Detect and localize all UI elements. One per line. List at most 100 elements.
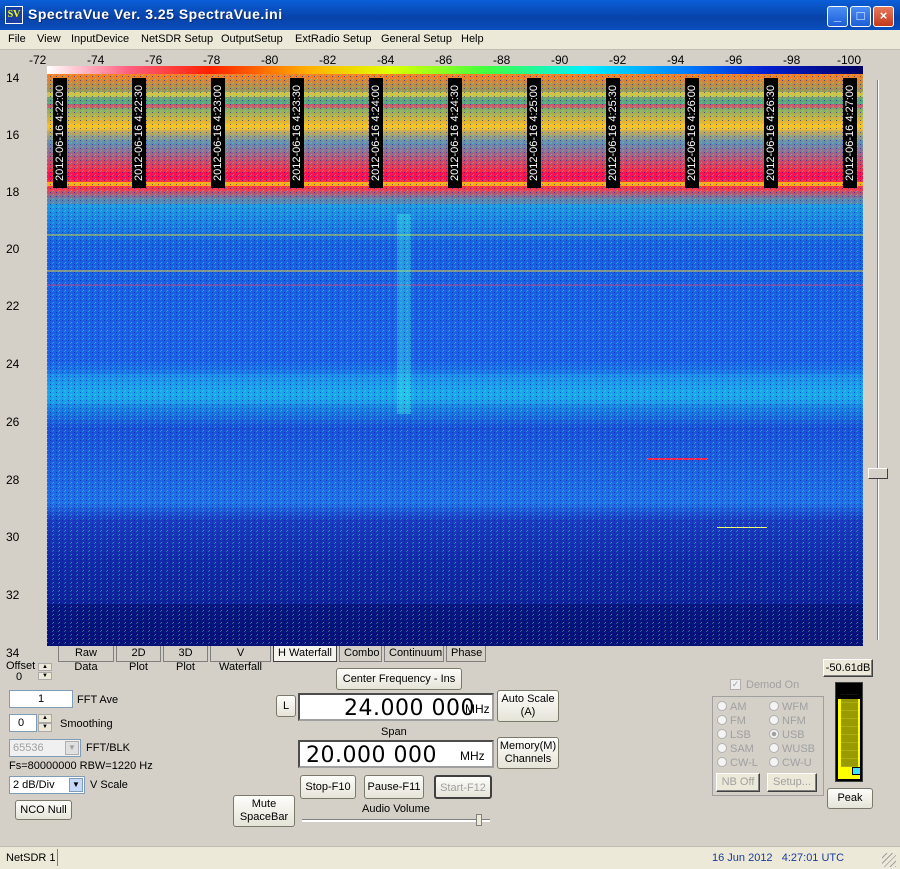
chevron-down-icon[interactable]: ▼ <box>69 778 83 792</box>
smoothing-up-button[interactable]: ▲ <box>38 714 52 723</box>
menu-extradio-setup[interactable]: ExtRadio Setup <box>295 33 371 45</box>
menu-outputsetup[interactable]: OutputSetup <box>221 33 283 45</box>
amplitude-axis: -72 -74 -76 -78 -80 -82 -84 -86 -88 -90 … <box>0 50 900 67</box>
peak-button[interactable]: Peak <box>827 788 873 809</box>
y-tick: 18 <box>6 185 20 199</box>
menu-file[interactable]: File <box>8 33 26 45</box>
audio-volume-thumb[interactable] <box>476 814 482 826</box>
offset-up-button[interactable]: ▲ <box>38 663 52 671</box>
smoothing-input[interactable]: 0 <box>9 714 37 732</box>
chevron-down-icon[interactable]: ▼ <box>65 741 79 755</box>
mode-am[interactable]: AM <box>717 701 747 713</box>
maximize-button[interactable]: □ <box>850 6 871 27</box>
span-display[interactable]: 20.000 000 MHz <box>298 740 494 768</box>
tab-2d-plot[interactable]: 2D Plot <box>116 646 161 673</box>
pause-button[interactable]: Pause-F11 <box>364 775 424 799</box>
span-unit: MHz <box>460 749 485 763</box>
fft-ave-input[interactable]: 1 <box>9 690 73 708</box>
auto-scale-button[interactable]: Auto Scale (A) <box>497 690 559 722</box>
waterfall-display[interactable]: 2012-06-16 4:22:00 2012-06-16 4:22:30 20… <box>47 74 863 646</box>
menu-netsdr-setup[interactable]: NetSDR Setup <box>141 33 213 45</box>
demod-mode-group: AM FM LSB SAM CW-L WFM NFM USB WUSB CW-U… <box>712 696 824 796</box>
mode-nfm[interactable]: NFM <box>769 715 806 727</box>
demod-on-checkbox[interactable]: ✓ <box>730 679 741 690</box>
time-marker: 2012-06-16 4:24:30 <box>448 78 462 188</box>
offset-value: 0 <box>16 671 23 683</box>
close-button[interactable]: × <box>873 6 894 27</box>
center-frequency-button[interactable]: Center Frequency - Ins <box>336 668 462 690</box>
mode-cw-l[interactable]: CW-L <box>717 757 758 769</box>
mode-cw-u[interactable]: CW-U <box>769 757 812 769</box>
y-tick: 22 <box>6 299 20 313</box>
x-tick: -98 <box>783 53 801 67</box>
offset-down-button[interactable]: ▼ <box>38 672 52 680</box>
y-tick: 14 <box>6 71 20 85</box>
mode-wusb[interactable]: WUSB <box>769 743 815 755</box>
tab-raw-data[interactable]: Raw Data <box>58 646 114 673</box>
reference-level-slider-thumb[interactable] <box>868 468 888 479</box>
tab-phase[interactable]: Phase <box>446 646 486 662</box>
nco-null-button[interactable]: NCO Null <box>15 800 72 820</box>
menu-view[interactable]: View <box>37 33 61 45</box>
mode-lsb[interactable]: LSB <box>717 729 751 741</box>
window-title: SpectraVue Ver. 3.25 SpectraVue.ini <box>28 6 283 22</box>
menu-general-setup[interactable]: General Setup <box>381 33 452 45</box>
time-marker: 2012-06-16 4:23:00 <box>211 78 225 188</box>
y-tick: 30 <box>6 530 20 544</box>
x-tick: -74 <box>87 53 105 67</box>
stop-button[interactable]: Stop-F10 <box>300 775 356 799</box>
tab-h-waterfall[interactable]: H Waterfall <box>273 646 337 662</box>
y-tick: 20 <box>6 242 20 256</box>
span-value: 20.000 000 <box>306 743 437 768</box>
memory-channels-button[interactable]: Memory(M) Channels <box>497 737 559 769</box>
status-bar: NetSDR 1 16 Jun 2012 4:27:01 UTC <box>0 846 900 869</box>
demod-setup-button[interactable]: Setup... <box>767 773 817 792</box>
smoothing-down-button[interactable]: ▼ <box>38 723 52 732</box>
x-tick: -84 <box>377 53 395 67</box>
y-tick: 24 <box>6 357 20 371</box>
y-tick: 34 <box>6 646 20 660</box>
y-tick: 32 <box>6 588 20 602</box>
nb-off-button[interactable]: NB Off <box>716 773 760 792</box>
x-tick: -90 <box>551 53 569 67</box>
span-label: Span <box>381 726 407 738</box>
time-marker: 2012-06-16 4:25:00 <box>527 78 541 188</box>
center-frequency-display[interactable]: 24.000 000 MHz <box>298 693 494 721</box>
status-datetime: 16 Jun 2012 4:27:01 UTC <box>712 852 845 864</box>
menu-help[interactable]: Help <box>461 33 484 45</box>
x-tick: -86 <box>435 53 453 67</box>
mute-button[interactable]: Mute SpaceBar <box>233 795 295 827</box>
x-tick: -80 <box>261 53 279 67</box>
resize-grip-icon[interactable] <box>882 853 896 867</box>
start-button[interactable]: Start-F12 <box>434 775 492 799</box>
app-icon: SV <box>5 6 23 24</box>
lock-button[interactable]: L <box>276 695 296 717</box>
time-marker: 2012-06-16 4:23:30 <box>290 78 304 188</box>
tab-v-waterfall[interactable]: V Waterfall <box>210 646 271 673</box>
tab-3d-plot[interactable]: 3D Plot <box>163 646 208 673</box>
time-marker: 2012-06-16 4:27:00 <box>843 78 857 188</box>
audio-volume-slider[interactable] <box>302 819 490 822</box>
x-tick: -88 <box>493 53 511 67</box>
mode-sam[interactable]: SAM <box>717 743 754 755</box>
x-tick: -72 <box>29 53 47 67</box>
reference-level-slider-track[interactable] <box>877 80 879 640</box>
minimize-button[interactable]: _ <box>827 6 848 27</box>
time-marker: 2012-06-16 4:24:00 <box>369 78 383 188</box>
time-marker: 2012-06-16 4:22:30 <box>132 78 146 188</box>
fs-rbw-readout: Fs=80000000 RBW=1220 Hz <box>9 760 153 772</box>
title-bar: SV SpectraVue Ver. 3.25 SpectraVue.ini _… <box>0 0 900 30</box>
tab-combo[interactable]: Combo <box>339 646 382 662</box>
menu-bar: File View InputDevice NetSDR Setup Outpu… <box>0 30 900 50</box>
y-tick: 16 <box>6 128 20 142</box>
menu-inputdevice[interactable]: InputDevice <box>71 33 129 45</box>
x-tick: -82 <box>319 53 337 67</box>
audio-volume-label: Audio Volume <box>362 803 430 815</box>
mode-fm[interactable]: FM <box>717 715 746 727</box>
mode-usb[interactable]: USB <box>769 729 805 741</box>
mode-wfm[interactable]: WFM <box>769 701 808 713</box>
tab-continuum[interactable]: Continuum <box>384 646 444 662</box>
level-readout: -50.61dB <box>823 659 873 677</box>
x-tick: -96 <box>725 53 743 67</box>
device-status: NetSDR 1 <box>6 852 56 864</box>
